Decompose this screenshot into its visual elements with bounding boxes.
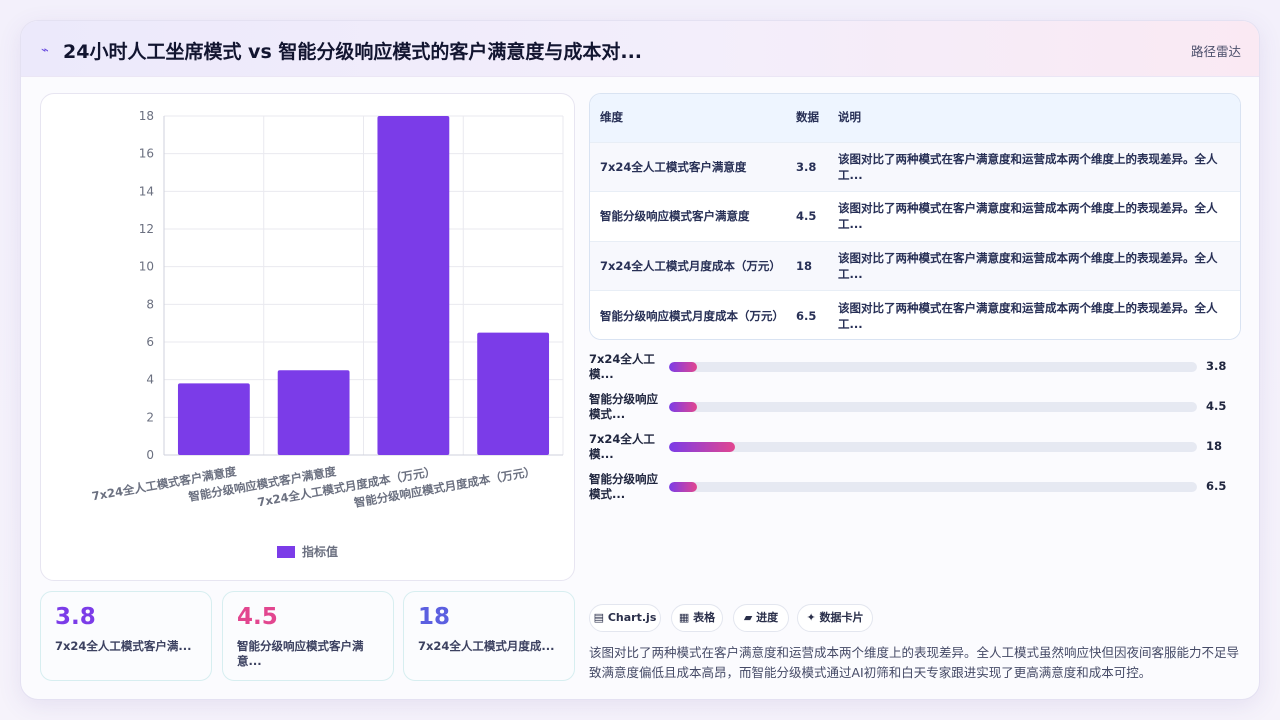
route-icon: ⌁: [41, 43, 49, 58]
table-cell-value: 6.5: [788, 290, 830, 339]
kpi-card: 3.8 7x24全人工模式客户满...: [40, 591, 212, 681]
table-cell-dimension: 智能分级响应模式客户满意度: [590, 191, 788, 241]
y-tick-label: 14: [139, 184, 154, 198]
data-table: 维度 数据 说明 7x24全人工模式客户满意度 3.8 该图对比了两种模式在客户…: [590, 94, 1240, 339]
sparkle-icon: ✦: [806, 611, 816, 624]
kpi-value: 3.8: [55, 604, 96, 630]
chip-label: Chart.js: [607, 611, 657, 624]
progress-fill: [669, 362, 697, 372]
dashboard-card: ⌁ 24小时人工坐席模式 vs 智能分级响应模式的客户满意度与成本对... 路径…: [20, 20, 1260, 700]
progress-value: 6.5: [1206, 479, 1227, 493]
chip-data-cards[interactable]: ✦ 数据卡片: [797, 604, 873, 632]
y-tick-label: 4: [146, 373, 154, 387]
progress-track: [669, 362, 1197, 372]
table-cell-dimension: 7x24全人工模式月度成本（万元）: [590, 240, 788, 291]
table-header-row: 维度 数据 说明: [590, 94, 1240, 142]
bar-chart: 0246810121416187x24全人工模式客户满意度智能分级响应模式客户满…: [91, 109, 564, 559]
table-row: 7x24全人工模式月度成本（万元） 18 该图对比了两种模式在客户满意度和运营成…: [590, 240, 1240, 291]
progress-fill: [669, 482, 697, 492]
table-cell-value: 4.5: [788, 191, 830, 241]
progress-fill: [669, 402, 697, 412]
bar: [377, 116, 450, 455]
page-title: 24小时人工坐席模式 vs 智能分级响应模式的客户满意度与成本对...: [63, 41, 643, 63]
y-tick-label: 18: [139, 109, 154, 123]
kpi-value: 18: [418, 604, 451, 630]
progress-label: 7x24全人工模...: [589, 432, 655, 461]
table-row: 7x24全人工模式客户满意度 3.8 该图对比了两种模式在客户满意度和运营成本两…: [590, 141, 1240, 192]
y-tick-label: 0: [146, 448, 154, 462]
chart-panel: 0 2 4 6 8 10 12 14 16 18 7x24全人工模式客户满意度 智能分级响应模式客户满…: [40, 93, 575, 581]
bar: [277, 370, 350, 455]
legend-swatch: [277, 546, 295, 558]
progress-label: 7x24全人工模...: [589, 352, 655, 381]
progress-track: [669, 482, 1197, 492]
kpi-card: 18 7x24全人工模式月度成...: [403, 591, 575, 681]
progress-row: 智能分级响应模式... 4.5: [589, 391, 1239, 423]
table-cell-value: 3.8: [788, 141, 830, 192]
bar: [177, 383, 250, 455]
y-tick-label: 12: [139, 222, 154, 236]
chart-icon: ▤: [593, 611, 605, 624]
chip-progress[interactable]: ▰ 进度: [733, 604, 789, 632]
table-cell-note: 该图对比了两种模式在客户满意度和运营成本两个维度上的表现差异。全人工...: [830, 191, 1240, 241]
progress-track: [669, 442, 1197, 452]
table-row: 智能分级响应模式客户满意度 4.5 该图对比了两种模式在客户满意度和运营成本两个…: [590, 191, 1240, 241]
progress-row: 7x24全人工模... 3.8: [589, 351, 1239, 383]
table-icon: ▦: [678, 611, 690, 624]
table-cell-dimension: 7x24全人工模式客户满意度: [590, 141, 788, 192]
progress-value: 4.5: [1206, 399, 1227, 413]
table-header-dimension: 维度: [600, 110, 623, 125]
kpi-card: 4.5 智能分级响应模式客户满意...: [222, 591, 394, 681]
table-cell-note: 该图对比了两种模式在客户满意度和运营成本两个维度上的表现差异。全人工...: [830, 240, 1240, 291]
kpi-value: 4.5: [237, 604, 278, 630]
progress-value: 3.8: [1206, 359, 1227, 373]
progress-label: 智能分级响应模式...: [589, 392, 658, 421]
chip-table[interactable]: ▦ 表格: [671, 604, 723, 632]
chip-label: 数据卡片: [819, 611, 864, 624]
table-cell-note: 该图对比了两种模式在客户满意度和运营成本两个维度上的表现差异。全人工...: [830, 141, 1240, 192]
y-tick-label: 8: [146, 297, 154, 311]
table-cell-note: 该图对比了两种模式在客户满意度和运营成本两个维度上的表现差异。全人工...: [830, 290, 1240, 339]
progress-track: [669, 402, 1197, 412]
table-header-value: 数据: [796, 110, 819, 125]
route-radar-button[interactable]: 路径雷达: [1191, 41, 1241, 60]
y-tick-label: 2: [146, 410, 154, 424]
chip-chartjs[interactable]: ▤ Chart.js: [589, 604, 661, 632]
progress-row: 7x24全人工模... 18: [589, 431, 1239, 463]
chip-label: 表格: [693, 611, 716, 624]
table-cell-dimension: 智能分级响应模式月度成本（万元）: [590, 290, 788, 339]
progress-fill: [669, 442, 735, 452]
kpi-label: 智能分级响应模式客户满意...: [237, 639, 364, 668]
progress-value: 18: [1206, 439, 1223, 453]
kpi-label: 7x24全人工模式月度成...: [418, 639, 555, 653]
progress-icon: ▰: [743, 611, 753, 624]
progress-row: 智能分级响应模式... 6.5: [589, 471, 1239, 503]
chip-label: 进度: [756, 611, 779, 624]
table-row: 智能分级响应模式月度成本（万元） 6.5 该图对比了两种模式在客户满意度和运营成…: [590, 290, 1240, 339]
header: ⌁ 24小时人工坐席模式 vs 智能分级响应模式的客户满意度与成本对... 路径…: [21, 21, 1259, 77]
y-tick-label: 10: [139, 260, 154, 274]
legend-label: 指标值: [302, 544, 338, 559]
progress-label: 智能分级响应模式...: [589, 472, 658, 501]
kpi-label: 7x24全人工模式客户满...: [55, 639, 192, 653]
y-tick-label: 16: [139, 147, 154, 161]
table-header-note: 说明: [838, 110, 861, 125]
data-table-panel: 维度 数据 说明 7x24全人工模式客户满意度 3.8 该图对比了两种模式在客户…: [589, 93, 1241, 340]
summary-text: 该图对比了两种模式在客户满意度和运营成本两个维度上的表现差异。全人工模式虽然响应…: [589, 645, 1240, 680]
table-cell-value: 18: [788, 240, 830, 291]
y-tick-label: 6: [146, 335, 154, 349]
bar: [477, 332, 550, 455]
